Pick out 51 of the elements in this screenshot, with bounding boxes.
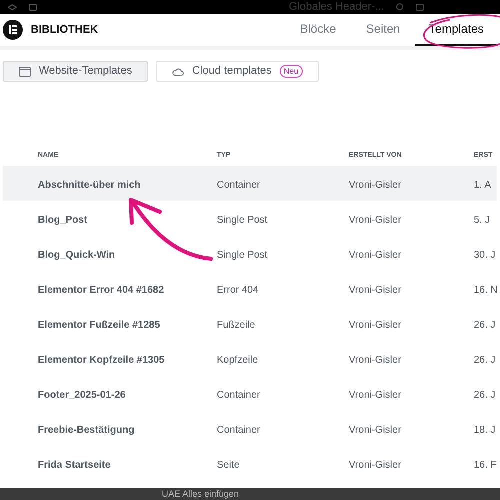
table-cell: 5. J	[474, 214, 490, 226]
table-cell: Blog_Post	[38, 214, 88, 226]
table-cell: Vroni-Gisler	[349, 250, 402, 260]
table-cell: Vroni-Gisler	[349, 390, 402, 400]
table-cell: Kopfzeile	[217, 354, 258, 366]
layers-icon[interactable]	[8, 4, 17, 10]
table-cell: 30. J	[474, 250, 496, 260]
table-cell: Fußzeile	[217, 320, 256, 330]
table-cell: Container	[217, 180, 260, 190]
square-icon[interactable]	[29, 4, 37, 10]
table-cell: Vroni-Gisler	[349, 320, 402, 330]
table-cell: Elementor Fußzeile #1285	[38, 320, 160, 330]
cloud-icon	[172, 68, 184, 76]
library-title: BIBLIOTHEK	[31, 22, 98, 38]
logo-icon	[3, 20, 23, 40]
table-cell: Container	[217, 390, 260, 400]
table-cell: Elementor Error 404 #1682	[38, 284, 164, 296]
table-cell: 16. F	[474, 460, 497, 470]
tab[interactable]: Seiten	[351, 14, 416, 46]
table-cell: Abschnitte-über mich	[38, 180, 141, 190]
table-row[interactable]: Abschnitte-über mich Container Vroni-Gisler 1. A	[3, 166, 497, 201]
table-cell: 16. N	[474, 284, 498, 296]
table-cell: Vroni-Gisler	[349, 180, 402, 190]
table-cell: 26. J	[474, 320, 496, 330]
square-icon[interactable]	[416, 4, 424, 10]
table-cell: 26. J	[474, 390, 496, 400]
table-cell: 18. J	[474, 424, 496, 436]
table-cell: Seite	[217, 460, 240, 470]
table-cell: Footer_2025-01-26	[38, 390, 126, 400]
table-cell: Elementor Kopfzeile #1305	[38, 354, 165, 366]
bottom-bar-text: UAE Alles einfügen	[162, 490, 240, 498]
table-cell: Container	[217, 424, 260, 436]
table-cell: Frida Startseite	[38, 460, 111, 470]
window-icon	[19, 66, 31, 76]
table-cell: Single Post	[217, 214, 268, 226]
table-cell: Single Post	[217, 250, 268, 260]
table-cell: Error 404	[217, 284, 259, 296]
new-badge: Neu	[280, 65, 303, 78]
table-cell: 26. J	[474, 354, 496, 366]
table-cell: Vroni-Gisler	[349, 354, 402, 366]
table-cell: Vroni-Gisler	[349, 424, 402, 436]
table-cell: Vroni-Gisler	[349, 284, 402, 296]
table-cell: Blog_Quick-Win	[38, 250, 116, 260]
tab[interactable]: Templates	[415, 14, 498, 46]
table-cell: 1. A	[474, 180, 492, 190]
filter-button[interactable]: Website-Templates	[3, 61, 148, 82]
table-cell: Vroni-Gisler	[349, 460, 402, 470]
table-cell: Vroni-Gisler	[349, 214, 402, 226]
filter-button[interactable]: Cloud templates Neu	[156, 61, 319, 82]
table-cell: Freebie-Bestätigung	[38, 424, 135, 436]
tab[interactable]: Blöcke	[285, 14, 352, 46]
